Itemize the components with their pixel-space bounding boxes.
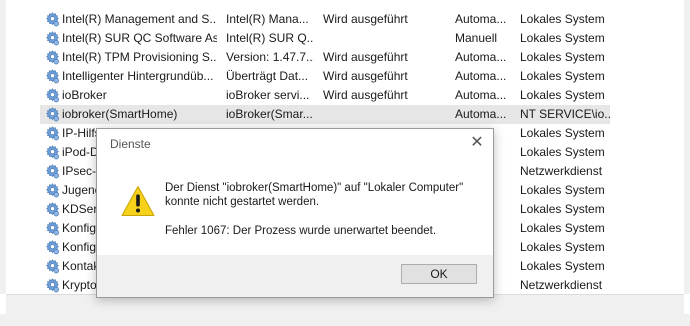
service-startup-type: Automa...	[455, 107, 507, 121]
service-name: Intel(R) SUR QC Software As...	[62, 31, 217, 45]
service-description: Version: 1.47.7...	[226, 50, 314, 64]
table-row[interactable]: Intel(R) Management and S... Intel(R) Man…	[0, 10, 690, 29]
table-row[interactable]: Intelligenter Hintergrundüb... Überträgt …	[0, 67, 690, 86]
service-logon-account: NT SERVICE\io...	[520, 107, 612, 121]
service-startup-type: Automa...	[455, 88, 507, 102]
dialog-title: Dienste	[110, 137, 151, 151]
service-logon-account: Lokales System	[520, 145, 605, 159]
service-name: Intel(R) TPM Provisioning S...	[62, 50, 217, 64]
service-logon-account: Lokales System	[520, 31, 605, 45]
error-dialog: Dienste ✕ Der Dienst "iobroker(SmartHome…	[96, 128, 494, 298]
service-startup-type: Automa...	[455, 50, 507, 64]
gear-icon	[44, 219, 60, 238]
service-logon-account: Lokales System	[520, 202, 605, 216]
service-logon-account: Lokales System	[520, 259, 605, 273]
table-row[interactable]: iobroker(SmartHome) ioBroker(Smar... Autom…	[0, 105, 690, 124]
gear-icon	[44, 162, 60, 181]
gear-icon	[44, 124, 60, 143]
service-logon-account: Lokales System	[520, 126, 605, 140]
message-line: Der Dienst "iobroker(SmartHome)" auf "Lo…	[165, 182, 464, 194]
service-logon-account: Lokales System	[520, 12, 605, 26]
table-row[interactable]: Intel(R) TPM Provisioning S... Version: 1…	[0, 48, 690, 67]
service-description: Intel(R) Mana...	[226, 12, 309, 26]
service-startup-type: Manuell	[455, 31, 498, 45]
gear-icon	[44, 181, 60, 200]
close-button[interactable]: ✕	[467, 133, 487, 153]
status-bar	[0, 314, 690, 326]
service-status: Wird ausgeführt	[323, 12, 408, 26]
service-description: ioBroker(Smar...	[226, 107, 313, 121]
gear-icon	[44, 276, 60, 295]
service-logon-account: Lokales System	[520, 221, 605, 235]
dialog-footer: OK	[97, 255, 493, 297]
service-status: Wird ausgeführt	[323, 69, 408, 83]
gear-icon	[44, 143, 60, 162]
service-description: Überträgt Dat...	[226, 69, 309, 83]
service-logon-account: Lokales System	[520, 88, 605, 102]
service-description: ioBroker servi...	[226, 88, 310, 102]
service-startup-type: Automa...	[455, 69, 507, 83]
gear-icon	[44, 67, 60, 86]
table-row[interactable]: ioBroker ioBroker servi... Wird ausgeführt…	[0, 86, 690, 105]
service-name: iobroker(SmartHome)	[62, 107, 178, 121]
gear-icon	[44, 86, 60, 105]
gear-icon	[44, 48, 60, 67]
gear-icon	[44, 10, 60, 29]
service-logon-account: Lokales System	[520, 240, 605, 254]
service-name: ioBroker	[62, 88, 107, 102]
service-logon-account: Netzwerkdienst	[520, 164, 603, 178]
service-name: Intelligenter Hintergrundüb...	[62, 69, 214, 83]
gear-icon	[44, 200, 60, 219]
warning-icon	[121, 186, 155, 216]
service-status: Wird ausgeführt	[323, 50, 408, 64]
service-startup-type: Automa...	[455, 12, 507, 26]
service-name: Intel(R) Management and S...	[62, 12, 217, 26]
service-logon-account: Lokales System	[520, 50, 605, 64]
dialog-message: Der Dienst "iobroker(SmartHome)" auf "Lo…	[165, 181, 485, 238]
error-code-line: Fehler 1067: Der Prozess wurde unerwarte…	[165, 225, 437, 237]
gear-icon	[44, 238, 60, 257]
gear-icon	[44, 105, 60, 124]
table-row[interactable]: Intel(R) SUR QC Software As... Intel(R) S…	[0, 29, 690, 48]
gear-icon	[44, 257, 60, 276]
service-logon-account: Netzwerkdienst	[520, 278, 603, 292]
ok-button[interactable]: OK	[401, 264, 477, 284]
message-line: konnte nicht gestartet werden.	[165, 196, 320, 208]
service-status: Wird ausgeführt	[323, 88, 408, 102]
service-description: Intel(R) SUR Q...	[226, 31, 314, 45]
service-logon-account: Lokales System	[520, 183, 605, 197]
service-logon-account: Lokales System	[520, 69, 605, 83]
gear-icon	[44, 29, 60, 48]
